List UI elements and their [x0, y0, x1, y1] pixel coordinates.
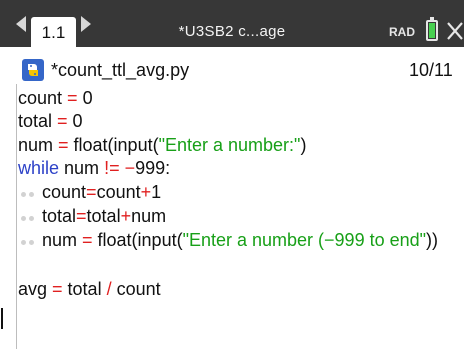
code-token: 1 [151, 182, 162, 202]
code-token: num [131, 206, 167, 226]
code-operator: = [77, 230, 98, 250]
code-line-1[interactable]: count = 0 [18, 87, 93, 110]
code-operator: = [52, 111, 73, 131]
code-line-5[interactable]: count=count+1 [18, 181, 161, 204]
code-string: "Enter a number:" [158, 135, 301, 155]
code-line-2[interactable]: total = 0 [18, 110, 83, 133]
code-string: "Enter a number (−999 to end" [182, 230, 427, 250]
code-token: total [86, 206, 121, 226]
code-token: total [42, 206, 77, 226]
code-token: total [67, 279, 107, 299]
code-token: avg [18, 279, 48, 299]
code-operator: != [104, 158, 125, 178]
close-icon[interactable] [446, 21, 464, 41]
calculator-screen: 1.1 *U3SB2 c...age RAD *count_ttl_avg.py… [0, 0, 464, 349]
code-operator: + [120, 206, 132, 226]
text-cursor [1, 308, 3, 329]
code-line-3[interactable]: num = float(input("Enter a number:") [18, 134, 306, 157]
battery-icon [426, 17, 438, 41]
code-token: count [18, 88, 63, 108]
code-operator: = [53, 135, 74, 155]
code-line-7[interactable]: num = float(input("Enter a number (−999 … [18, 229, 438, 252]
page-indicator: 10/11 [409, 60, 453, 80]
indent-dots-icon [18, 229, 42, 252]
battery-level [429, 23, 435, 38]
code-line-9[interactable]: avg = total / count [18, 278, 161, 301]
code-operator: + [140, 182, 152, 202]
indent-dots-icon [18, 205, 42, 228]
code-token: num [18, 135, 54, 155]
code-token: )) [426, 230, 439, 250]
code-token: count [96, 182, 141, 202]
code-line-6[interactable]: total=total+num [18, 205, 166, 228]
code-line-4[interactable]: while num != −999: [18, 157, 170, 180]
editor-margin [16, 84, 17, 349]
python-file-icon [22, 59, 44, 81]
code-token: total [18, 111, 53, 131]
code-operator: = [76, 206, 87, 226]
code-token: 999: [135, 158, 171, 178]
code-token: num [59, 158, 105, 178]
code-operator: − [124, 158, 136, 178]
code-operator: = [62, 88, 83, 108]
indent-dots-icon [18, 181, 42, 204]
code-token: float(input( [97, 230, 183, 250]
code-token: ) [300, 135, 307, 155]
code-editor[interactable]: count = 0 total = 0 num = float(input("E… [18, 87, 464, 349]
code-token: count [42, 182, 87, 202]
code-operator: = [86, 182, 97, 202]
code-operator: = [47, 279, 68, 299]
code-token: count [111, 279, 161, 299]
angle-mode-indicator: RAD [389, 25, 415, 39]
code-token: 0 [82, 88, 93, 108]
code-token: float(input( [73, 135, 159, 155]
file-header: *count_ttl_avg.py 10/11 [0, 56, 464, 84]
tab-bar: 1.1 *U3SB2 c...age RAD [0, 0, 464, 47]
code-token: num [42, 230, 78, 250]
code-keyword: while [18, 158, 60, 178]
file-name: *count_ttl_avg.py [51, 60, 190, 80]
code-token: 0 [72, 111, 83, 131]
